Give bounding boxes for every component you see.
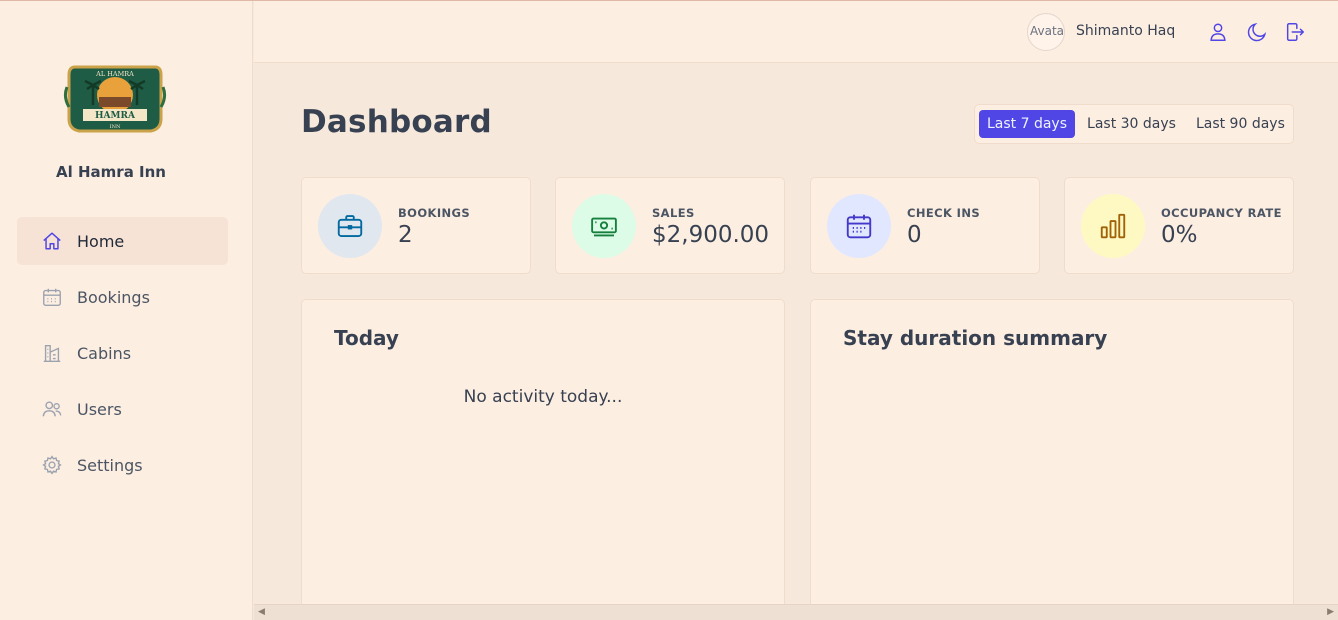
stat-card-bookings: BOOKINGS 2	[301, 177, 531, 274]
chart-bar-icon	[1081, 194, 1145, 258]
sidebar: HAMRA AL HAMRA INN Al Hamra Inn Home Boo…	[0, 1, 253, 620]
stat-value: 0	[907, 222, 922, 248]
sidebar-item-users[interactable]: Users	[17, 385, 228, 433]
stat-label: OCCUPANCY RATE	[1161, 206, 1282, 220]
stat-card-occupancy: OCCUPANCY RATE 0%	[1064, 177, 1294, 274]
stat-label: SALES	[652, 206, 695, 220]
brand-logo[interactable]: HAMRA AL HAMRA INN	[63, 57, 167, 141]
date-range-filter: Last 7 days Last 30 days Last 90 days	[974, 104, 1294, 144]
logout-button[interactable]	[1284, 21, 1306, 43]
sidebar-item-label: Home	[77, 231, 125, 251]
sidebar-item-label: Bookings	[77, 287, 150, 307]
sidebar-item-settings[interactable]: Settings	[17, 441, 228, 489]
dark-mode-toggle[interactable]	[1246, 21, 1268, 43]
gear-icon	[41, 454, 63, 476]
sidebar-item-label: Settings	[77, 455, 143, 475]
scroll-left-icon[interactable]: ◀	[258, 607, 265, 617]
sidebar-item-cabins[interactable]: Cabins	[17, 329, 228, 377]
sidebar-item-bookings[interactable]: Bookings	[17, 273, 228, 321]
svg-text:HAMRA: HAMRA	[95, 111, 136, 121]
svg-text:AL HAMRA: AL HAMRA	[95, 70, 134, 78]
horizontal-scrollbar[interactable]: ◀ ▶	[254, 604, 1338, 620]
stat-value: 0%	[1161, 222, 1198, 248]
user-icon	[1207, 23, 1229, 47]
sidebar-item-label: Cabins	[77, 343, 132, 363]
empty-activity-message: No activity today...	[463, 387, 623, 407]
svg-text:INN: INN	[110, 124, 121, 130]
stat-label: BOOKINGS	[398, 206, 471, 220]
calendar-days-icon	[827, 194, 891, 258]
home-icon	[41, 230, 63, 252]
main-nav: Home Bookings Cabins Users Settings	[17, 217, 228, 497]
avatar[interactable]: Avatar	[1027, 13, 1065, 51]
stat-card-sales: SALES $2,900.00	[555, 177, 785, 274]
users-icon	[41, 398, 63, 420]
filter-last-7-days[interactable]: Last 7 days	[979, 110, 1076, 138]
stat-value: $2,900.00	[652, 222, 770, 248]
logout-icon	[1284, 23, 1306, 47]
stay-duration-panel: Stay duration summary	[810, 299, 1294, 620]
sidebar-item-label: Users	[77, 399, 122, 419]
sidebar-item-home[interactable]: Home	[17, 217, 228, 265]
stat-label: CHECK INS	[907, 206, 981, 220]
today-panel: Today No activity today...	[301, 299, 785, 620]
stat-value: 2	[398, 222, 413, 248]
stat-card-check-ins: CHECK INS 0	[810, 177, 1040, 274]
filter-last-30-days[interactable]: Last 30 days	[1079, 110, 1184, 138]
scroll-right-icon[interactable]: ▶	[1327, 607, 1334, 617]
calendar-icon	[41, 286, 63, 308]
brand-name: Al Hamra Inn	[56, 163, 166, 181]
today-title: Today	[334, 326, 399, 350]
moon-icon	[1246, 22, 1268, 47]
account-button[interactable]	[1207, 21, 1229, 43]
banknotes-icon	[572, 194, 636, 258]
page-title: Dashboard	[301, 104, 492, 140]
briefcase-icon	[318, 194, 382, 258]
filter-last-90-days[interactable]: Last 90 days	[1188, 110, 1293, 138]
user-name: Shimanto Haq	[1076, 23, 1176, 39]
cabin-icon	[41, 342, 63, 364]
top-header: Avatar Shimanto Haq	[254, 1, 1338, 63]
stay-duration-title: Stay duration summary	[843, 326, 1108, 350]
